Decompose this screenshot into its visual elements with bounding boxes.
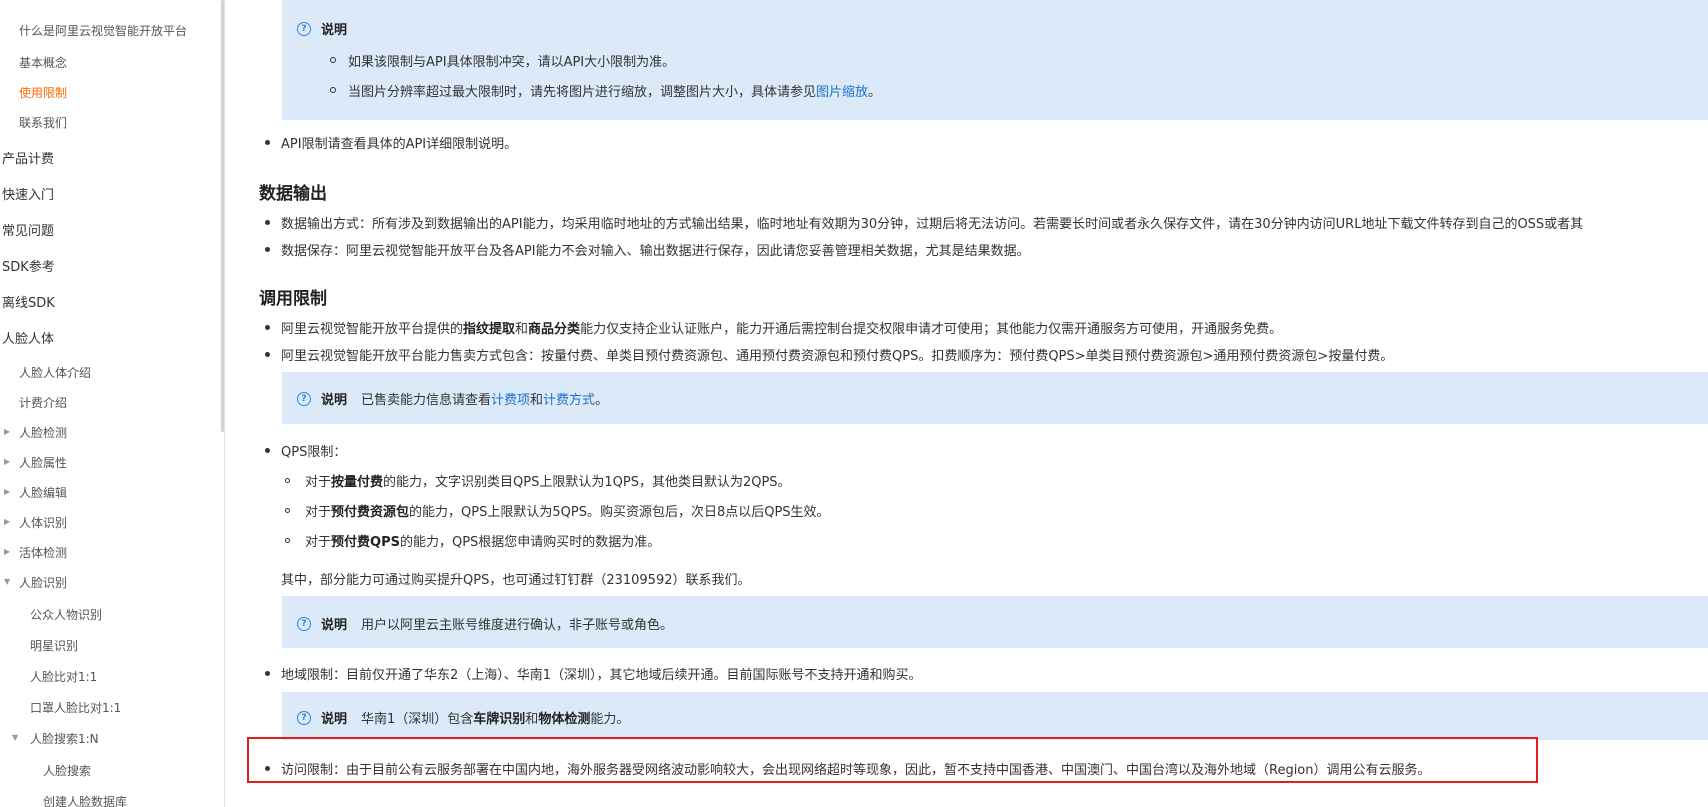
sidebar-item-billing[interactable]: 产品计费 [2, 148, 54, 167]
question-circle-icon: ? [297, 392, 311, 406]
bullet [265, 325, 270, 330]
bullet [285, 508, 290, 513]
note-box: ? 说明 已售卖能力信息请查看计费项和计费方式。 [282, 372, 1708, 424]
triangle-right-icon[interactable]: ▶ [4, 517, 10, 526]
sidebar-item-face-recognition[interactable]: 人脸识别 [19, 574, 67, 591]
region-limits: 地域限制：目前仅开通了华东2（上海）、华南1（深圳），其它地域后续开通。目前国际… [281, 668, 922, 683]
bullet [265, 220, 270, 225]
note-text: 已售卖能力信息请查看计费项和计费方式。 [361, 393, 609, 408]
qps-prepaid-package: 对于预付费资源包的能力，QPS上限默认为5QPS。购买资源包后，次日8点以后QP… [305, 505, 830, 520]
bullet [265, 448, 270, 453]
sidebar-item-face-body-intro[interactable]: 人脸人体介绍 [19, 364, 91, 381]
sidebar-item-public-figure[interactable]: 公众人物识别 [30, 606, 102, 623]
triangle-right-icon[interactable]: ▶ [4, 487, 10, 496]
triangle-right-icon[interactable]: ▶ [4, 427, 10, 436]
triangle-right-icon[interactable]: ▶ [4, 457, 10, 466]
sidebar-item-body-recognition[interactable]: 人体识别 [19, 514, 67, 531]
billing-methods-link[interactable]: 计费方式 [543, 393, 595, 408]
triangle-down-icon[interactable]: ▼ [12, 733, 18, 742]
data-storage: 数据保存：阿里云视觉智能开放平台及各API能力不会对输入、输出数据进行保存，因此… [281, 244, 1030, 259]
bullet [265, 247, 270, 252]
bullet [265, 352, 270, 357]
data-output-method: 数据输出方式：所有涉及到数据输出的API能力，均采用临时地址的方式输出结果，临时… [281, 217, 1584, 232]
sidebar-item-face-edit[interactable]: 人脸编辑 [19, 484, 67, 501]
qps-limits-title: QPS限制： [281, 445, 347, 460]
note-label: 说明 [321, 618, 348, 633]
section-heading-call-limits: 调用限制 [259, 289, 327, 309]
note-box: ? 说明 如果该限制与API具体限制冲突，请以API大小限制为准。 当图片分辨率… [282, 0, 1708, 120]
sidebar-item-faq[interactable]: 常见问题 [2, 220, 54, 239]
question-circle-icon: ? [297, 22, 311, 36]
sidebar-item-platform-intro[interactable]: 什么是阿里云视觉智能开放平台 [19, 22, 187, 39]
sidebar-item-face-body[interactable]: 人脸人体 [2, 328, 54, 347]
note-text: 用户以阿里云主账号维度进行确认，非子账号或角色。 [361, 618, 674, 633]
sidebar-item-sdk-reference[interactable]: SDK参考 [2, 256, 55, 275]
question-circle-icon: ? [297, 711, 311, 725]
qps-prepaid-qps: 对于预付费QPS的能力，QPS根据您申请购买时的数据为准。 [305, 535, 661, 550]
sidebar-item-create-face-db[interactable]: 创建人脸数据库 [43, 793, 127, 807]
bullet [265, 140, 270, 145]
sidebar-item-mask-face-compare[interactable]: 口罩人脸比对1:1 [30, 699, 121, 716]
bullet [285, 478, 290, 483]
qps-pay-as-you-go: 对于按量付费的能力，文字识别类目QPS上限默认为1QPS，其他类目默认为2QPS… [305, 475, 791, 490]
triangle-down-icon[interactable]: ▼ [4, 577, 10, 586]
note-box: ? 说明 用户以阿里云主账号维度进行确认，非子账号或角色。 [282, 596, 1708, 648]
sidebar-item-contact-us[interactable]: 联系我们 [19, 114, 67, 131]
sidebar-item-celebrity[interactable]: 明星识别 [30, 637, 78, 654]
sidebar-item-quickstart[interactable]: 快速入门 [2, 184, 54, 203]
sidebar-nav: 什么是阿里云视觉智能开放平台 基本概念 使用限制 联系我们 产品计费 快速入门 … [0, 0, 225, 807]
note-label: 说明 [321, 712, 348, 727]
bullet [330, 57, 336, 63]
sidebar-item-face-compare[interactable]: 人脸比对1:1 [30, 668, 97, 685]
enterprise-capability-note: 阿里云视觉智能开放平台提供的指纹提取和商品分类能力仅支持企业认证账户，能力开通后… [281, 322, 1283, 337]
note-text: 华南1（深圳）包含车牌识别和物体检测能力。 [361, 712, 630, 727]
sidebar-item-face-attributes[interactable]: 人脸属性 [19, 454, 67, 471]
qps-upgrade-note: 其中，部分能力可通过购买提升QPS，也可通过钉钉群（23109592）联系我们。 [281, 573, 751, 588]
sidebar-item-offline-sdk[interactable]: 离线SDK [2, 292, 55, 311]
sales-methods: 阿里云视觉智能开放平台能力售卖方式包含：按量付费、单类目预付费资源包、通用预付费… [281, 349, 1394, 364]
triangle-right-icon[interactable]: ▶ [4, 547, 10, 556]
note-text: 当图片分辨率超过最大限制时，请先将图片进行缩放，调整图片大小，具体请参见图片缩放… [348, 85, 882, 100]
bullet [265, 671, 270, 676]
sidebar-item-face-search-1n[interactable]: 人脸搜索1:N [30, 730, 99, 747]
note-label: 说明 [321, 23, 348, 38]
sidebar-item-basic-concepts[interactable]: 基本概念 [19, 54, 67, 71]
bullet [330, 87, 336, 93]
sidebar-item-face-detection[interactable]: 人脸检测 [19, 424, 67, 441]
sidebar-item-billing-intro[interactable]: 计费介绍 [19, 394, 67, 411]
bullet [285, 538, 290, 543]
note-text: 如果该限制与API具体限制冲突，请以API大小限制为准。 [348, 55, 676, 70]
highlight-box [247, 737, 1538, 783]
image-resize-link[interactable]: 图片缩放 [816, 85, 868, 100]
api-limits-note: API限制请查看具体的API详细限制说明。 [281, 137, 518, 152]
sidebar-item-usage-limits[interactable]: 使用限制 [19, 84, 67, 101]
doc-content: ? 说明 如果该限制与API具体限制冲突，请以API大小限制为准。 当图片分辨率… [225, 0, 1708, 807]
note-label: 说明 [321, 393, 348, 408]
section-heading-data-output: 数据输出 [259, 184, 327, 204]
sidebar-item-face-search[interactable]: 人脸搜索 [43, 762, 91, 779]
billing-items-link[interactable]: 计费项 [491, 393, 530, 408]
sidebar-item-liveness[interactable]: 活体检测 [19, 544, 67, 561]
sidebar-scrollbar[interactable] [221, 0, 224, 432]
question-circle-icon: ? [297, 617, 311, 631]
note-box: ? 说明 华南1（深圳）包含车牌识别和物体检测能力。 [282, 692, 1708, 740]
